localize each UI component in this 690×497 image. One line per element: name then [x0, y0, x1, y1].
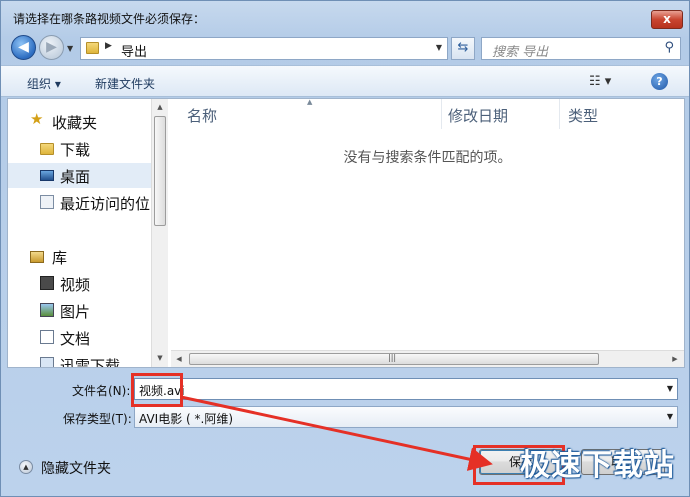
- annotation-arrow: [180, 395, 493, 471]
- save-dialog: 请选择在哪条路视频文件必须保存： x ◀ ▶ ▼ ▶ 导出 ▼ ⇆ 搜索 导出 …: [0, 0, 690, 497]
- site-watermark: 极速下载站: [520, 448, 675, 483]
